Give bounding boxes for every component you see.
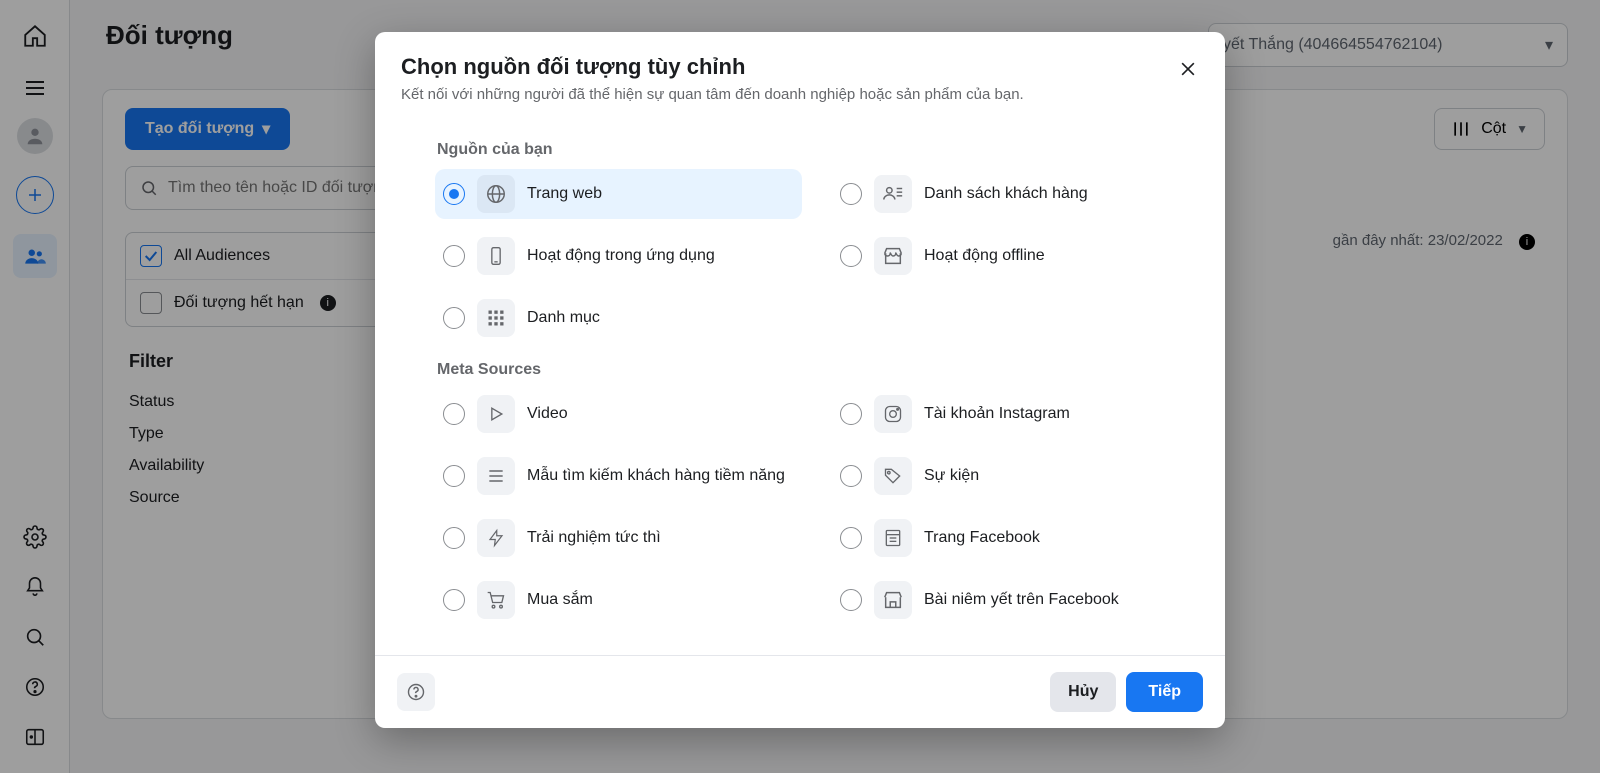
source-label: Bài niêm yết trên Facebook <box>924 591 1119 609</box>
source-label: Trang Facebook <box>924 529 1040 547</box>
radio-icon <box>443 183 465 205</box>
close-button[interactable] <box>1173 54 1203 84</box>
section-your-sources: Nguồn của bạn <box>437 141 1199 159</box>
source-option-website[interactable]: Trang web <box>435 169 802 219</box>
custom-audience-source-dialog: Chọn nguồn đối tượng tùy chỉnh Kết nối v… <box>375 32 1225 728</box>
radio-icon <box>443 589 465 611</box>
help-icon <box>406 682 426 702</box>
source-label: Mua sắm <box>527 591 593 609</box>
source-option-fb-page[interactable]: Trang Facebook <box>832 513 1199 563</box>
source-option-instagram[interactable]: Tài khoản Instagram <box>832 389 1199 439</box>
source-label: Trang web <box>527 185 602 203</box>
source-label: Danh sách khách hàng <box>924 185 1088 203</box>
source-option-offline[interactable]: Hoạt động offline <box>832 231 1199 281</box>
page-icon <box>874 519 912 557</box>
source-label: Hoạt động trong ứng dụng <box>527 247 715 265</box>
grid-icon <box>477 299 515 337</box>
close-icon <box>1178 59 1198 79</box>
globe-icon <box>477 175 515 213</box>
source-label: Trải nghiệm tức thì <box>527 529 661 547</box>
tag-icon <box>874 457 912 495</box>
source-label: Video <box>527 405 568 423</box>
source-label: Danh mục <box>527 309 600 327</box>
source-option-events[interactable]: Sự kiện <box>832 451 1199 501</box>
dialog-title: Chọn nguồn đối tượng tùy chỉnh <box>401 54 1199 80</box>
radio-icon <box>840 527 862 549</box>
radio-icon <box>840 183 862 205</box>
source-option-fb-listings[interactable]: Bài niêm yết trên Facebook <box>832 575 1199 625</box>
storefront-icon <box>874 581 912 619</box>
source-option-instant-experience[interactable]: Trải nghiệm tức thì <box>435 513 802 563</box>
radio-icon <box>840 589 862 611</box>
cancel-button[interactable]: Hủy <box>1050 672 1116 712</box>
mobile-icon <box>477 237 515 275</box>
source-option-catalog[interactable]: Danh mục <box>435 293 802 343</box>
source-label: Sự kiện <box>924 467 979 485</box>
source-label: Hoạt động offline <box>924 247 1045 265</box>
radio-icon <box>840 245 862 267</box>
source-option-shopping[interactable]: Mua sắm <box>435 575 802 625</box>
source-option-lead-form[interactable]: Mẫu tìm kiếm khách hàng tiềm năng <box>435 451 802 501</box>
radio-icon <box>840 465 862 487</box>
form-icon <box>477 457 515 495</box>
radio-icon <box>443 245 465 267</box>
cart-icon <box>477 581 515 619</box>
play-icon <box>477 395 515 433</box>
source-label: Mẫu tìm kiếm khách hàng tiềm năng <box>527 466 785 486</box>
instagram-icon <box>874 395 912 433</box>
source-option-video[interactable]: Video <box>435 389 802 439</box>
next-button[interactable]: Tiếp <box>1126 672 1203 712</box>
dialog-subtitle: Kết nối với những người đã thể hiện sự q… <box>401 86 1199 103</box>
radio-icon <box>443 307 465 329</box>
radio-icon <box>443 465 465 487</box>
source-option-customer-list[interactable]: Danh sách khách hàng <box>832 169 1199 219</box>
radio-icon <box>443 403 465 425</box>
store-icon <box>874 237 912 275</box>
radio-icon <box>840 403 862 425</box>
source-label: Tài khoản Instagram <box>924 405 1070 423</box>
source-option-app-activity[interactable]: Hoạt động trong ứng dụng <box>435 231 802 281</box>
contacts-icon <box>874 175 912 213</box>
radio-icon <box>443 527 465 549</box>
dialog-help-button[interactable] <box>397 673 435 711</box>
section-meta-sources: Meta Sources <box>437 361 1199 379</box>
bolt-icon <box>477 519 515 557</box>
